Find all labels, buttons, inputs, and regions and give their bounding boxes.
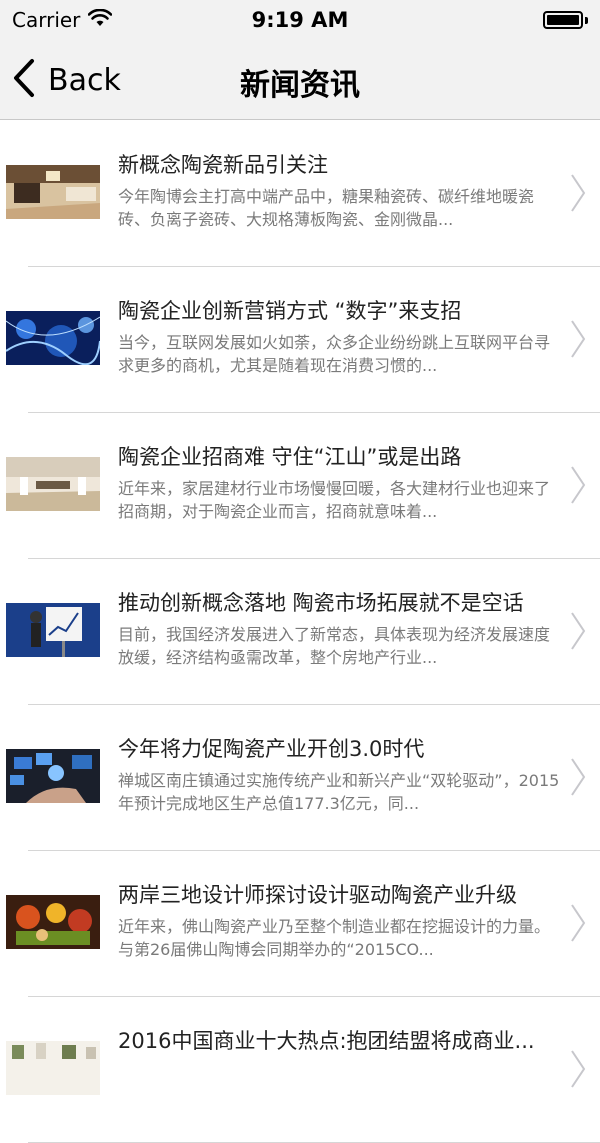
chevron-right-icon (570, 319, 586, 363)
news-summary: 近年来，佛山陶瓷产业乃至整个制造业都在挖掘设计的力量。与第26届佛山陶博会同期举… (118, 917, 551, 959)
news-list-item[interactable]: 陶瓷企业招商难 守住“江山”或是出路 近年来，家居建材行业市场慢慢回暖，各大建材… (0, 413, 600, 559)
news-list: 新概念陶瓷新品引关注 今年陶博会主打高中端产品中，糖果釉瓷砖、碳纤维地暖瓷砖、负… (0, 121, 600, 1143)
chevron-right-icon (570, 903, 586, 947)
news-title: 陶瓷企业招商难 守住“江山”或是出路 (118, 445, 462, 469)
news-title: 推动创新概念落地 陶瓷市场拓展就不是空话 (118, 591, 524, 615)
news-title: 新概念陶瓷新品引关注 (118, 153, 328, 177)
chevron-right-icon (570, 465, 586, 509)
news-list-item[interactable]: 2016中国商业十大热点:抱团结盟将成商业... (0, 997, 600, 1143)
news-summary: 今年陶博会主打高中端产品中，糖果釉瓷砖、碳纤维地暖瓷砖、负离子瓷砖、大规格薄板陶… (118, 187, 535, 229)
status-left: Carrier (12, 8, 113, 32)
chevron-right-icon (570, 173, 586, 217)
news-title: 今年将力促陶瓷产业开创3.0时代 (118, 737, 425, 761)
ceramic-figurines-thumbnail (6, 895, 100, 949)
living-room-thumbnail (6, 165, 100, 219)
digital-network-thumbnail (6, 311, 100, 365)
news-list-item[interactable]: 推动创新概念落地 陶瓷市场拓展就不是空话 目前，我国经济发展进入了新常态，具体表… (0, 559, 600, 705)
news-summary: 目前，我国经济发展进入了新常态，具体表现为经济发展速度放缓，经济结构亟需改革，整… (118, 625, 551, 667)
chevron-right-icon (570, 1049, 586, 1093)
news-summary: 禅城区南庄镇通过实施传统产业和新兴产业“双轮驱动”，2015年预计完成地区生产总… (118, 771, 560, 813)
news-title: 两岸三地设计师探讨设计驱动陶瓷产业升级 (118, 883, 517, 907)
status-bar: Carrier 9:19 AM (0, 0, 600, 40)
navigation-bar: Back 新闻资讯 (0, 40, 600, 120)
chevron-right-icon (570, 757, 586, 801)
tableware-thumbnail (6, 1041, 100, 1095)
news-title: 陶瓷企业创新营销方式 “数字”来支招 (118, 299, 462, 323)
news-list-item[interactable]: 新概念陶瓷新品引关注 今年陶博会主打高中端产品中，糖果釉瓷砖、碳纤维地暖瓷砖、负… (0, 121, 600, 267)
page-title: 新闻资讯 (240, 68, 360, 103)
carrier-label: Carrier (12, 8, 81, 32)
news-summary: 当今，互联网发展如火如荼，众多企业纷纷跳上互联网平台寻求更多的商机，尤其是随着现… (118, 333, 551, 375)
business-chart-thumbnail (6, 603, 100, 657)
wifi-icon (88, 8, 113, 32)
news-list-item[interactable]: 今年将力促陶瓷产业开创3.0时代 禅城区南庄镇通过实施传统产业和新兴产业“双轮驱… (0, 705, 600, 851)
news-title: 2016中国商业十大热点:抱团结盟将成商业... (118, 1029, 535, 1053)
news-list-item[interactable]: 陶瓷企业创新营销方式 “数字”来支招 当今，互联网发展如火如荼，众多企业纷纷跳上… (0, 267, 600, 413)
dining-room-thumbnail (6, 457, 100, 511)
technology-hand-thumbnail (6, 749, 100, 803)
chevron-right-icon (570, 611, 586, 655)
battery-icon (543, 11, 588, 29)
news-list-item[interactable]: 两岸三地设计师探讨设计驱动陶瓷产业升级 近年来，佛山陶瓷产业乃至整个制造业都在挖… (0, 851, 600, 997)
news-summary: 近年来，家居建材行业市场慢慢回暖，各大建材行业也迎来了招商期，对于陶瓷企业而言，… (118, 479, 551, 521)
